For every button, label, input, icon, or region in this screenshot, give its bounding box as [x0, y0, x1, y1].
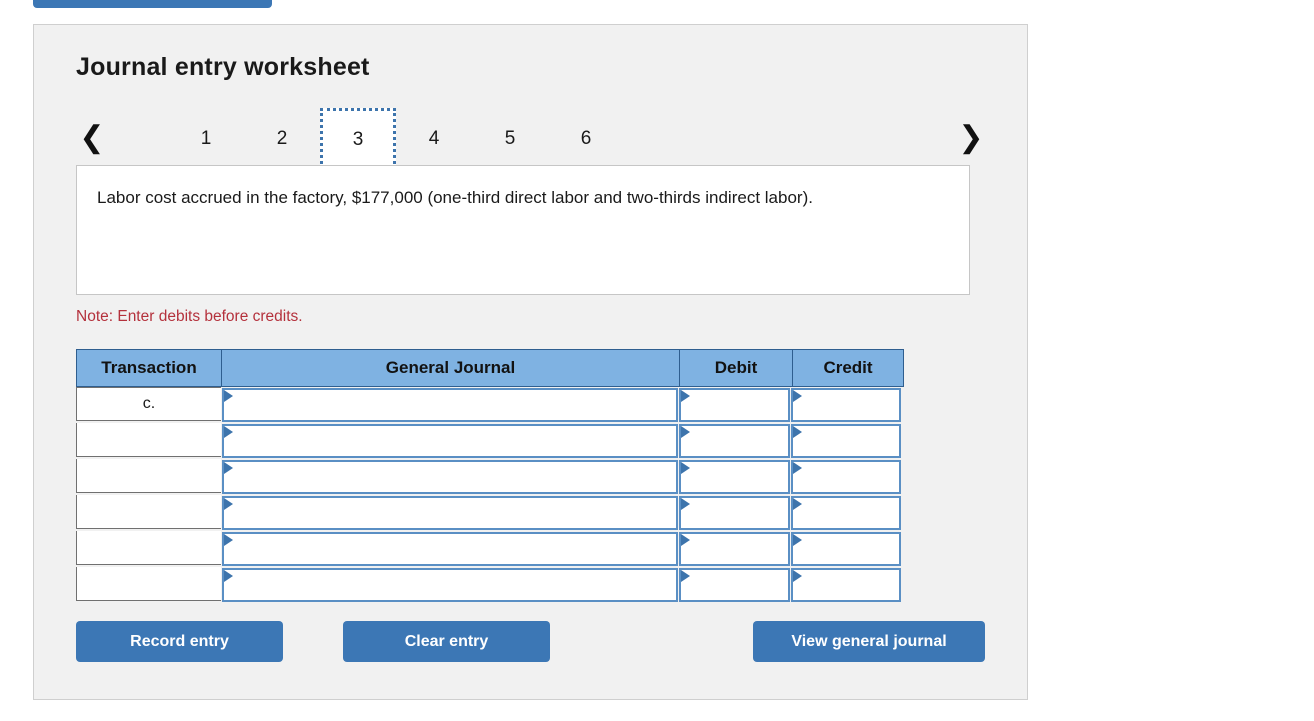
credit-input[interactable]: [791, 496, 901, 530]
debit-input[interactable]: [679, 388, 790, 422]
general-journal-select[interactable]: [222, 460, 678, 494]
dropdown-triangle-icon: [793, 462, 802, 474]
transaction-label: [76, 423, 221, 457]
general-journal-select[interactable]: [222, 496, 678, 530]
clear-entry-button[interactable]: Clear entry: [343, 621, 550, 662]
debits-before-credits-note: Note: Enter debits before credits.: [76, 308, 303, 326]
dropdown-triangle-icon: [793, 390, 802, 402]
dropdown-triangle-icon: [224, 498, 233, 510]
chevron-left-icon[interactable]: ❮: [76, 118, 108, 158]
dropdown-triangle-icon: [681, 462, 690, 474]
tab-5[interactable]: 5: [472, 108, 548, 170]
debit-input[interactable]: [679, 496, 790, 530]
view-general-journal-button[interactable]: View general journal: [753, 621, 985, 662]
tab-number-list: 1 2 3 4 5 6: [168, 108, 624, 170]
dropdown-triangle-icon: [224, 570, 233, 582]
general-journal-select[interactable]: [222, 532, 678, 566]
table-row: [76, 459, 905, 495]
dropdown-triangle-icon: [681, 570, 690, 582]
debit-input[interactable]: [679, 568, 790, 602]
credit-input[interactable]: [791, 568, 901, 602]
dropdown-triangle-icon: [793, 426, 802, 438]
table-row: [76, 531, 905, 567]
credit-input[interactable]: [791, 424, 901, 458]
tab-2[interactable]: 2: [244, 108, 320, 170]
journal-entry-panel: Journal entry worksheet ❮ 1 2 3 4 5 6 ❯ …: [33, 24, 1028, 700]
credit-input[interactable]: [791, 460, 901, 494]
column-header-general-journal: General Journal: [221, 349, 679, 387]
dropdown-triangle-icon: [681, 534, 690, 546]
column-header-credit: Credit: [792, 349, 904, 387]
chevron-right-icon[interactable]: ❯: [955, 118, 987, 158]
tab-3[interactable]: 3: [320, 108, 396, 170]
debit-input[interactable]: [679, 532, 790, 566]
general-journal-select[interactable]: [222, 424, 678, 458]
general-journal-select[interactable]: [222, 388, 678, 422]
general-journal-select[interactable]: [222, 568, 678, 602]
dropdown-triangle-icon: [224, 426, 233, 438]
top-tab-stub[interactable]: [33, 0, 272, 8]
transaction-label: [76, 567, 221, 601]
dropdown-triangle-icon: [793, 570, 802, 582]
journal-entry-table: Transaction General Journal Debit Credit…: [76, 349, 905, 603]
transaction-label: c.: [76, 387, 221, 421]
dropdown-triangle-icon: [793, 498, 802, 510]
dropdown-triangle-icon: [224, 534, 233, 546]
page-title: Journal entry worksheet: [76, 53, 370, 82]
debit-input[interactable]: [679, 424, 790, 458]
table-header-row: Transaction General Journal Debit Credit: [76, 349, 905, 387]
transaction-label: [76, 531, 221, 565]
credit-input[interactable]: [791, 388, 901, 422]
table-row: [76, 567, 905, 603]
dropdown-triangle-icon: [224, 390, 233, 402]
transaction-label: [76, 459, 221, 493]
screen: Journal entry worksheet ❮ 1 2 3 4 5 6 ❯ …: [0, 0, 1314, 721]
transaction-description-text: Labor cost accrued in the factory, $177,…: [97, 184, 949, 211]
column-header-debit: Debit: [679, 349, 792, 387]
column-header-transaction: Transaction: [76, 349, 221, 387]
transaction-description-box: Labor cost accrued in the factory, $177,…: [76, 165, 970, 295]
tab-1[interactable]: 1: [168, 108, 244, 170]
table-row: [76, 423, 905, 459]
credit-input[interactable]: [791, 532, 901, 566]
dropdown-triangle-icon: [793, 534, 802, 546]
worksheet-tabstrip: ❮ 1 2 3 4 5 6 ❯: [76, 108, 987, 170]
table-row: c.: [76, 387, 905, 423]
dropdown-triangle-icon: [224, 462, 233, 474]
tab-4[interactable]: 4: [396, 108, 472, 170]
dropdown-triangle-icon: [681, 426, 690, 438]
tab-6[interactable]: 6: [548, 108, 624, 170]
record-entry-button[interactable]: Record entry: [76, 621, 283, 662]
dropdown-triangle-icon: [681, 390, 690, 402]
transaction-label: [76, 495, 221, 529]
dropdown-triangle-icon: [681, 498, 690, 510]
debit-input[interactable]: [679, 460, 790, 494]
table-row: [76, 495, 905, 531]
